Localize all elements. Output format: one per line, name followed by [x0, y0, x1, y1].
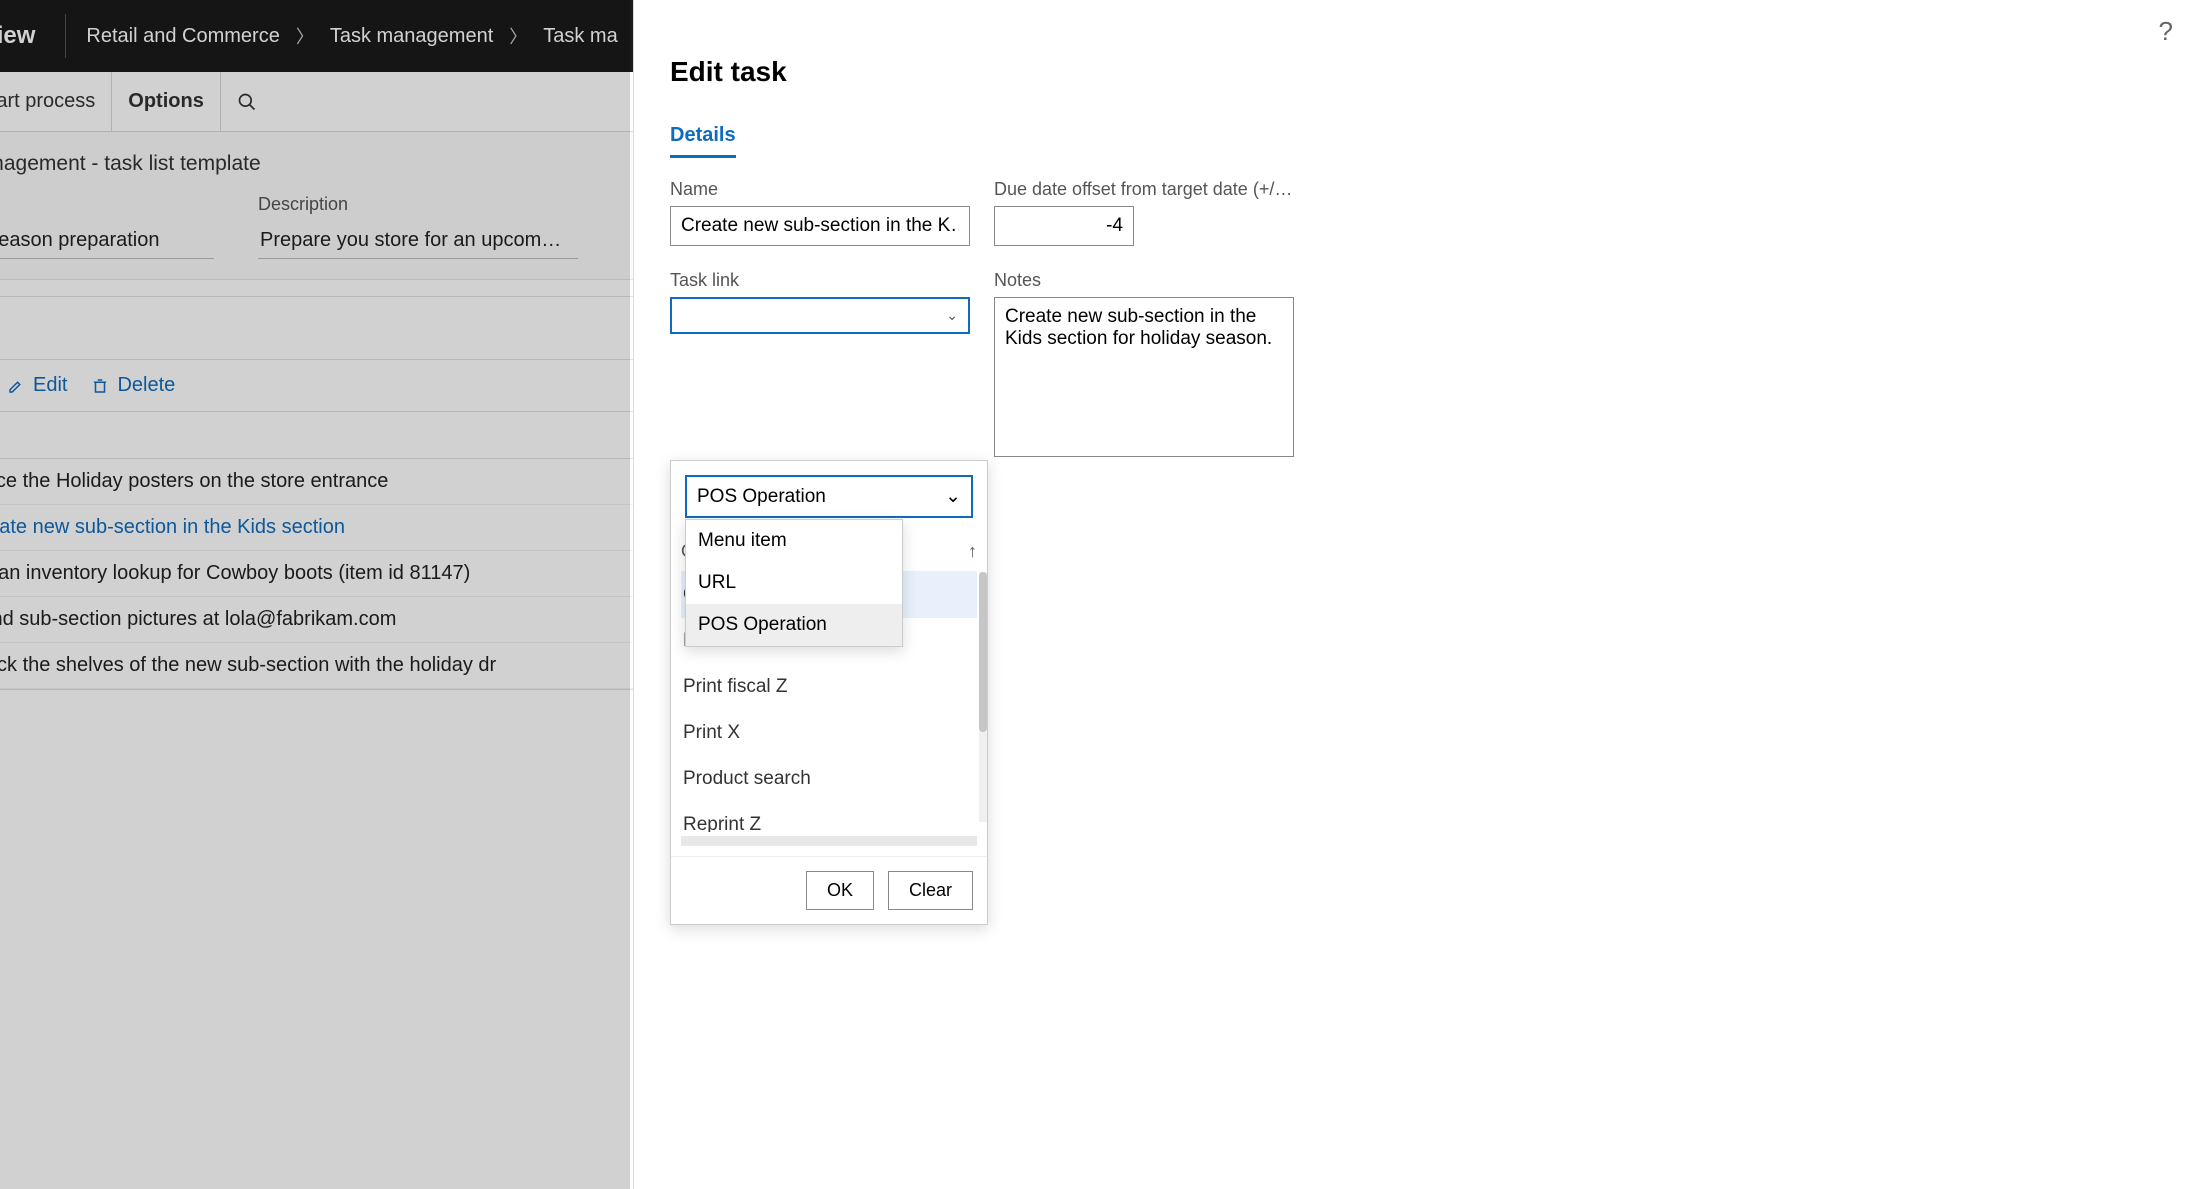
topbar-divider: [65, 14, 66, 58]
edit-name-input[interactable]: [670, 206, 970, 246]
task-cell: Do an inventory lookup for Cowboy boots …: [0, 562, 470, 585]
chevron-down-icon: ⌄: [946, 307, 958, 324]
description-value[interactable]: Prepare you store for an upcom…: [258, 223, 578, 259]
chevron-right-icon: 〉: [290, 23, 320, 49]
name-label: Name: [0, 194, 214, 215]
due-offset-label: Due date offset from target date (+/- …: [994, 179, 1294, 200]
edit-label: Edit: [33, 374, 67, 397]
ok-button[interactable]: OK: [806, 871, 874, 910]
sort-asc-icon: ↑: [968, 541, 977, 562]
edit-button[interactable]: Edit: [7, 374, 67, 397]
trash-icon: [91, 377, 109, 395]
chevron-down-icon: ⌄: [945, 485, 961, 508]
task-cell: Place the Holiday posters on the store e…: [0, 470, 388, 493]
task-cell: Stock the shelves of the new sub-section…: [0, 654, 496, 677]
tasklink-combo[interactable]: ⌄: [670, 297, 970, 334]
delete-label: Delete: [117, 374, 175, 397]
panel-title: Edit task: [670, 56, 2157, 88]
breadcrumb-item[interactable]: Retail and Commerce: [76, 25, 289, 48]
operation-item[interactable]: Product search: [681, 756, 977, 802]
operation-item[interactable]: Reprint Z: [681, 802, 977, 832]
start-process-button[interactable]: Start process: [0, 72, 111, 131]
link-type-selected: POS Operation: [697, 486, 826, 508]
search-button[interactable]: [221, 72, 273, 131]
delete-button[interactable]: Delete: [91, 374, 175, 397]
clear-button[interactable]: Clear: [888, 871, 973, 910]
link-type-option[interactable]: URL: [686, 562, 902, 604]
link-type-combo[interactable]: POS Operation ⌄: [685, 475, 973, 518]
tab-details[interactable]: Details: [670, 116, 736, 158]
options-button[interactable]: Options: [111, 72, 221, 131]
horizontal-scrollbar[interactable]: [681, 836, 977, 846]
description-label: Description: [258, 194, 578, 215]
link-type-menu: Menu item URL POS Operation: [685, 519, 903, 647]
edit-name-label: Name: [670, 179, 970, 200]
help-button[interactable]: ?: [2159, 16, 2173, 47]
chevron-right-icon: 〉: [503, 23, 533, 49]
name-value[interactable]: Holiday season preparation: [0, 223, 214, 259]
tasklink-dropdown-popup: POS Operation ⌄ Menu item URL POS Operat…: [670, 460, 988, 925]
operation-item[interactable]: Print fiscal Z: [681, 664, 977, 710]
breadcrumb-item[interactable]: Task ma: [533, 25, 627, 48]
app-title-fragment: ns Preview: [0, 0, 55, 72]
breadcrumb-item[interactable]: Task management: [320, 25, 503, 48]
tasklink-label: Task link: [670, 270, 970, 291]
notes-label: Notes: [994, 270, 1294, 291]
due-offset-input[interactable]: [994, 206, 1134, 246]
panel-tabs: Details: [670, 116, 2157, 159]
task-cell: Send sub-section pictures at lola@fabrik…: [0, 608, 396, 631]
notes-textarea[interactable]: Create new sub-section in the Kids secti…: [994, 297, 1294, 457]
task-cell: Create new sub-section in the Kids secti…: [0, 516, 345, 539]
scrollbar-thumb[interactable]: [979, 572, 987, 732]
operation-item[interactable]: Print X: [681, 710, 977, 756]
link-type-option[interactable]: Menu item: [686, 520, 902, 562]
link-type-option[interactable]: POS Operation: [686, 604, 902, 646]
pencil-icon: [7, 377, 25, 395]
search-icon: [237, 92, 257, 112]
